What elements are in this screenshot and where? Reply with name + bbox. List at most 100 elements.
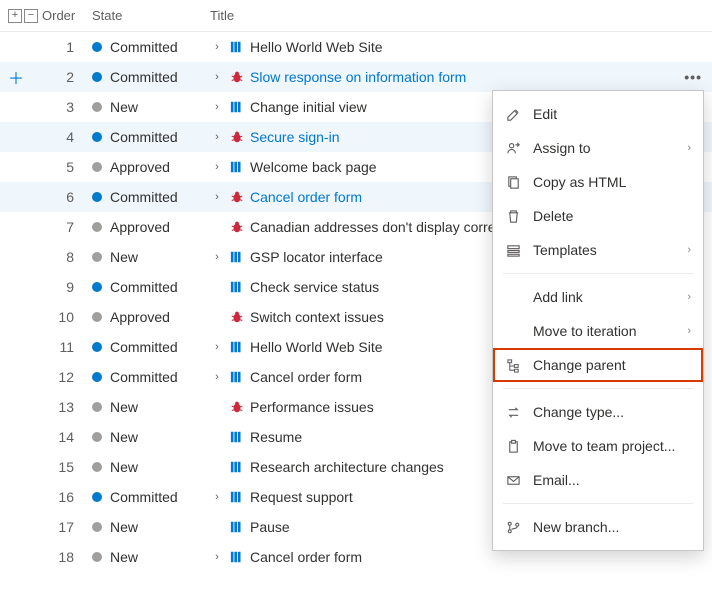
work-item-title[interactable]: Canadian addresses don't display correct… [250, 219, 517, 235]
bug-icon [230, 220, 244, 234]
table-row[interactable]: ＋2Committed›Slow response on information… [0, 62, 712, 92]
expand-icon[interactable]: › [210, 341, 224, 353]
context-menu: EditAssign to›Copy as HTMLDeleteTemplate… [492, 90, 704, 551]
menu-item-copy-as-html[interactable]: Copy as HTML [493, 165, 703, 199]
order-cell: 13 [42, 399, 92, 415]
state-cell: Committed [92, 489, 210, 505]
order-cell: 12 [42, 369, 92, 385]
collapse-all-button[interactable]: − [24, 9, 38, 23]
menu-item-move-to-team-project[interactable]: Move to team project... [493, 429, 703, 463]
work-item-title[interactable]: Check service status [250, 279, 379, 295]
col-header-state[interactable]: State [92, 8, 210, 23]
expand-icon[interactable]: › [210, 71, 224, 83]
expand-icon[interactable]: › [210, 551, 224, 563]
menu-item-templates[interactable]: Templates› [493, 233, 703, 267]
pbi-icon [230, 250, 244, 264]
state-label: New [110, 99, 138, 115]
menu-item-label: Assign to [533, 140, 675, 156]
state-dot-icon [92, 102, 102, 112]
state-label: New [110, 429, 138, 445]
order-cell: 7 [42, 219, 92, 235]
expand-icon[interactable]: › [210, 161, 224, 173]
work-item-title[interactable]: Request support [250, 489, 353, 505]
work-item-title[interactable]: Hello World Web Site [250, 39, 383, 55]
work-item-title[interactable]: Cancel order form [250, 369, 362, 385]
work-item-title[interactable]: Switch context issues [250, 309, 384, 325]
menu-item-edit[interactable]: Edit [493, 97, 703, 131]
assign-icon [505, 140, 521, 156]
work-item-title[interactable]: Hello World Web Site [250, 339, 383, 355]
work-item-title[interactable]: Secure sign-in [250, 129, 340, 145]
menu-item-label: Delete [533, 208, 691, 224]
expand-icon[interactable]: › [210, 101, 224, 113]
expand-icon[interactable]: › [210, 191, 224, 203]
menu-item-label: Move to team project... [533, 438, 691, 454]
add-child-button[interactable]: ＋ [8, 65, 24, 89]
state-dot-icon [92, 192, 102, 202]
expand-icon[interactable]: › [210, 251, 224, 263]
menu-item-new-branch[interactable]: New branch... [493, 510, 703, 544]
order-cell: 9 [42, 279, 92, 295]
col-header-title[interactable]: Title [210, 8, 712, 23]
menu-separator [503, 273, 693, 274]
pbi-icon [230, 100, 244, 114]
work-item-title[interactable]: Pause [250, 519, 290, 535]
edit-icon [505, 106, 521, 122]
work-item-title[interactable]: GSP locator interface [250, 249, 383, 265]
expand-icon[interactable]: › [210, 41, 224, 53]
menu-item-add-link[interactable]: Add link› [493, 280, 703, 314]
expand-icon[interactable]: › [210, 491, 224, 503]
state-dot-icon [92, 282, 102, 292]
work-item-title[interactable]: Performance issues [250, 399, 374, 415]
state-label: Approved [110, 159, 170, 175]
work-item-title[interactable]: Cancel order form [250, 549, 362, 565]
work-item-title[interactable]: Cancel order form [250, 189, 362, 205]
state-cell: New [92, 399, 210, 415]
col-header-order[interactable]: Order [42, 8, 92, 23]
blank-icon [505, 323, 521, 339]
work-item-title[interactable]: Welcome back page [250, 159, 377, 175]
order-cell: 4 [42, 129, 92, 145]
pbi-icon [230, 550, 244, 564]
order-cell: 15 [42, 459, 92, 475]
table-row[interactable]: 1Committed›Hello World Web Site [0, 32, 712, 62]
order-cell: 16 [42, 489, 92, 505]
menu-item-label: Change type... [533, 404, 691, 420]
chevron-right-icon: › [687, 244, 691, 256]
menu-item-change-parent[interactable]: Change parent [493, 348, 703, 382]
state-label: Committed [110, 339, 178, 355]
menu-item-assign-to[interactable]: Assign to› [493, 131, 703, 165]
pbi-icon [230, 340, 244, 354]
expand-icon[interactable]: › [210, 371, 224, 383]
chevron-right-icon: › [687, 291, 691, 303]
title-cell: › Slow response on information form [210, 69, 712, 85]
state-label: New [110, 519, 138, 535]
menu-item-delete[interactable]: Delete [493, 199, 703, 233]
state-cell: New [92, 249, 210, 265]
work-item-title[interactable]: Change initial view [250, 99, 367, 115]
state-dot-icon [92, 372, 102, 382]
menu-item-move-to-iteration[interactable]: Move to iteration› [493, 314, 703, 348]
state-cell: Committed [92, 129, 210, 145]
work-item-title[interactable]: Slow response on information form [250, 69, 466, 85]
work-item-title[interactable]: Research architecture changes [250, 459, 444, 475]
clipboard-icon [505, 438, 521, 454]
swap-icon [505, 404, 521, 420]
expand-all-button[interactable]: + [8, 9, 22, 23]
state-label: New [110, 549, 138, 565]
state-dot-icon [92, 162, 102, 172]
more-actions-button[interactable]: ••• [684, 69, 702, 85]
state-cell: Approved [92, 159, 210, 175]
menu-item-label: Change parent [533, 357, 691, 373]
expand-icon[interactable]: › [210, 131, 224, 143]
state-label: Committed [110, 279, 178, 295]
bug-icon [230, 130, 244, 144]
menu-item-email[interactable]: Email... [493, 463, 703, 497]
order-cell: 11 [42, 339, 92, 355]
work-item-title[interactable]: Resume [250, 429, 302, 445]
tree-icon [505, 357, 521, 373]
copy-icon [505, 174, 521, 190]
order-cell: 1 [42, 39, 92, 55]
menu-item-change-type[interactable]: Change type... [493, 395, 703, 429]
state-label: Committed [110, 369, 178, 385]
